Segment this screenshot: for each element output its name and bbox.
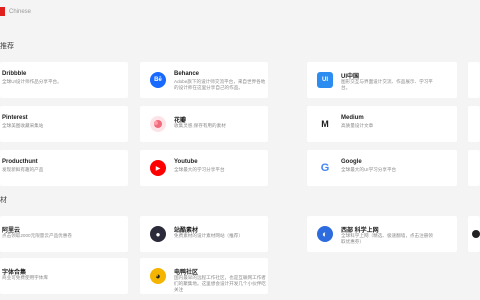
site-card-dribbble[interactable]: Dribbble 全球UI设计师作品分享平台。 — [0, 62, 128, 98]
card-description: 全球最大的UI学习分享平台 — [341, 167, 397, 172]
card-description: Adobe旗下的设计师交流平台，来自世界各地的设计师在这里分享自己的作品。 — [174, 79, 266, 90]
language-label: Chinese — [9, 8, 32, 15]
site-card-google[interactable]: G Google 全球最大的UI学习分享平台 — [307, 150, 457, 186]
site-logo-icon — [472, 230, 480, 238]
site-card-pinterest[interactable]: Pinterest 全球美图收藏采集站 — [0, 106, 128, 142]
card-description: 全球UI设计师作品分享平台。 — [2, 79, 62, 84]
card-title: Dribbble — [2, 71, 27, 77]
behance-logo-icon: Bē — [150, 72, 166, 88]
card-description: 全球最大的学习分享平台 — [174, 167, 225, 172]
top-bar: Chinese — [0, 0, 480, 24]
card-description: 国内最早的远程工作社区，也是互联网工作者们的聚集地。这里想会设计开发几个小伙伴吃… — [174, 275, 266, 292]
card-description: 免费素材的设计素材网站（推荐） — [174, 233, 243, 238]
card-description: 发现新鲜有趣的产品 — [2, 167, 44, 172]
xibu-vpn-logo-icon: ◐ — [317, 226, 333, 242]
site-card-huaban[interactable]: 花瓣 收集灵感,保存有用的素材 — [140, 106, 268, 142]
site-card-partial[interactable] — [468, 216, 480, 252]
card-title: Youtube — [174, 159, 198, 165]
card-description: 全球美图收藏采集站 — [2, 123, 44, 128]
card-description: 高质量设计文章 — [341, 123, 374, 128]
card-description: 收集灵感,保存有用的素材 — [174, 123, 226, 128]
card-description: 商业可免费使用字体库 — [2, 275, 48, 280]
google-logo-icon: G — [317, 160, 333, 176]
medium-logo-icon: M — [317, 116, 333, 132]
site-card-uichina[interactable]: UI UI中国 图形交互与界面设计交流、作品展示、学习平台。 — [307, 62, 457, 98]
eleduck-logo-icon: ◕ — [150, 268, 166, 284]
card-description: 点击领取2000元限量云产品优惠卷 — [2, 233, 72, 238]
language-switcher[interactable]: Chinese — [0, 7, 31, 16]
card-title: Pinterest — [2, 115, 28, 121]
china-flag-icon — [0, 7, 5, 16]
site-card-aliyun[interactable]: 阿里云 点击领取2000元限量云产品优惠卷 — [0, 216, 128, 252]
section-title-recommended: 推荐 — [0, 43, 14, 50]
site-card-partial[interactable] — [468, 150, 480, 186]
site-card-producthunt[interactable]: Producthunt 发现新鲜有趣的产品 — [0, 150, 128, 186]
site-card-behance[interactable]: Bē Behance Adobe旗下的设计师交流平台，来自世界各地的设计师在这里… — [140, 62, 268, 98]
card-title: Producthunt — [2, 159, 38, 165]
section-title-materials: 材 — [0, 197, 7, 204]
site-card-partial[interactable] — [468, 62, 480, 98]
site-card-partial[interactable] — [468, 106, 480, 142]
uichina-logo-icon: UI — [317, 72, 333, 88]
site-card-font-collection[interactable]: 字体合集 商业可免费使用字体库 — [0, 258, 128, 294]
card-title: Behance — [174, 71, 200, 77]
zcool-sucai-logo-icon: ● — [150, 226, 166, 242]
site-card-xibu-vpn[interactable]: ◐ 西部 科学上网 全球科学上网（精选、极速翻墙，点击注册领取优惠券） — [307, 216, 457, 252]
site-card-zcool-sucai[interactable]: ● 站酷素材 免费素材的设计素材网站（推荐） — [140, 216, 268, 252]
site-card-eleduck[interactable]: ◕ 电鸭社区 国内最早的远程工作社区，也是互联网工作者们的聚集地。这里想会设计开… — [140, 258, 268, 294]
card-description: 图形交互与界面设计交流、作品展示、学习平台。 — [341, 79, 433, 90]
site-card-medium[interactable]: M Medium 高质量设计文章 — [307, 106, 457, 142]
youtube-logo-icon: ▶ — [150, 160, 166, 176]
huaban-logo-icon — [150, 116, 166, 132]
card-title: Medium — [341, 115, 364, 121]
card-description: 全球科学上网（精选、极速翻墙，点击注册领取优惠券） — [341, 233, 433, 244]
site-card-youtube[interactable]: ▶ Youtube 全球最大的学习分享平台 — [140, 150, 268, 186]
card-title: Google — [341, 159, 362, 165]
